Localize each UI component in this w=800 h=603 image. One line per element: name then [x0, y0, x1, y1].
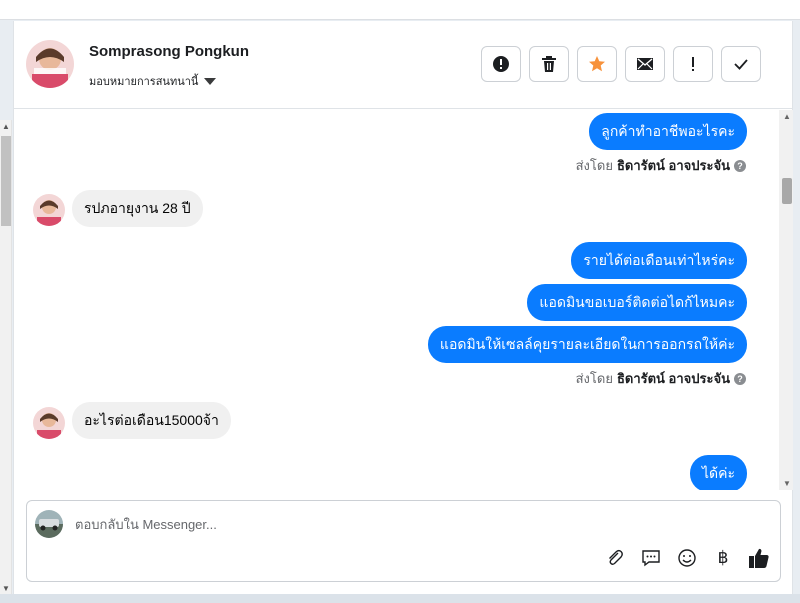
message-bubble-outgoing[interactable]: แอดมินให้เซลล์คุยรายละเอียดในการออกรถให้… — [427, 326, 747, 363]
exclamation-icon — [692, 57, 694, 71]
star-icon — [589, 56, 605, 72]
sent-by-line: ส่งโดย ธิดารัตน์ อาจประจัน ? — [576, 368, 746, 389]
done-button[interactable] — [721, 46, 761, 82]
saved-replies-button[interactable] — [640, 547, 662, 569]
message-thread: ลูกค้าทำอาชีพอะไรคะ ส่งโดย ธิดารัตน์ อาจ… — [14, 110, 779, 490]
attach-button[interactable] — [604, 547, 626, 569]
page-avatar — [35, 510, 63, 538]
smiley-icon — [678, 549, 696, 567]
message-bubble-outgoing[interactable]: แอดมินขอเบอร์ติดต่อไดก้ไหมคะ — [527, 284, 747, 321]
caret-down-icon — [204, 77, 217, 85]
contact-avatar-small — [33, 407, 65, 439]
scroll-up-arrow-icon[interactable]: ▲ — [2, 122, 10, 131]
scrollbar-thumb[interactable] — [782, 178, 792, 204]
reply-input[interactable] — [75, 513, 675, 535]
contact-name[interactable]: Somprasong Pongkun — [89, 43, 249, 60]
envelope-icon — [637, 58, 653, 70]
like-button[interactable] — [748, 547, 770, 569]
messenger-inbox-window: ▲ ▼ Somprasong Pongkun มอบหมายการสนทนานี… — [0, 0, 800, 603]
baht-icon: ฿ — [717, 548, 729, 567]
trash-icon — [542, 56, 556, 72]
sent-by-prefix: ส่งโดย — [575, 371, 613, 386]
reply-composer: ฿ — [26, 500, 781, 582]
sender-name: ธิดารัตน์ อาจประจัน — [616, 158, 730, 173]
contact-avatar-small — [33, 194, 65, 226]
conversation-panel: Somprasong Pongkun มอบหมายการสนทนานี้ ลู… — [13, 21, 793, 594]
scrollbar-thumb[interactable] — [1, 136, 11, 226]
composer-tools: ฿ — [604, 547, 770, 569]
scroll-up-arrow-icon[interactable]: ▲ — [783, 112, 791, 121]
star-button[interactable] — [577, 46, 617, 82]
emoji-button[interactable] — [676, 547, 698, 569]
left-scrollbar[interactable]: ▲ ▼ — [0, 120, 12, 595]
message-bubble-outgoing[interactable]: ได้ค่ะ — [689, 455, 747, 490]
message-bubble-incoming[interactable]: อะไรต่อเดือน15000จ้า — [72, 402, 231, 439]
follow-up-button[interactable] — [673, 46, 713, 82]
conversation-actions — [481, 46, 761, 82]
scroll-down-arrow-icon[interactable]: ▼ — [2, 584, 10, 593]
scroll-down-arrow-icon[interactable]: ▼ — [783, 479, 791, 488]
alert-circle-icon — [493, 56, 509, 72]
help-icon[interactable]: ? — [734, 159, 746, 172]
message-bubble-outgoing[interactable]: รายได้ต่อเดือนเท่าไหร่คะ — [571, 242, 747, 279]
message-bubble-incoming[interactable]: รปภอายุงาน 28 ปี — [72, 190, 203, 227]
contact-avatar[interactable] — [26, 40, 74, 88]
sent-by-prefix: ส่งโดย — [575, 158, 613, 173]
paperclip-icon — [609, 549, 623, 565]
sender-name: ธิดารัตน์ อาจประจัน — [616, 371, 730, 386]
report-button[interactable] — [481, 46, 521, 82]
mail-button[interactable] — [625, 46, 665, 82]
sent-by-line: ส่งโดย ธิดารัตน์ อาจประจัน ? — [576, 155, 746, 176]
assign-label: มอบหมายการสนทนานี้ — [89, 76, 199, 88]
check-icon — [734, 59, 748, 70]
chat-bubble-icon — [642, 550, 660, 567]
assign-conversation-dropdown[interactable]: มอบหมายการสนทนานี้ — [89, 72, 217, 90]
conversation-header: Somprasong Pongkun มอบหมายการสนทนานี้ — [14, 21, 793, 109]
delete-button[interactable] — [529, 46, 569, 82]
thumbs-up-icon — [749, 548, 769, 568]
message-scrollbar[interactable]: ▲ ▼ — [779, 110, 793, 490]
top-bar — [0, 0, 800, 20]
bottom-bar — [0, 594, 800, 603]
message-bubble-outgoing[interactable]: ลูกค้าทำอาชีพอะไรคะ — [589, 113, 747, 150]
payment-button[interactable]: ฿ — [712, 547, 734, 569]
help-icon[interactable]: ? — [734, 372, 746, 385]
